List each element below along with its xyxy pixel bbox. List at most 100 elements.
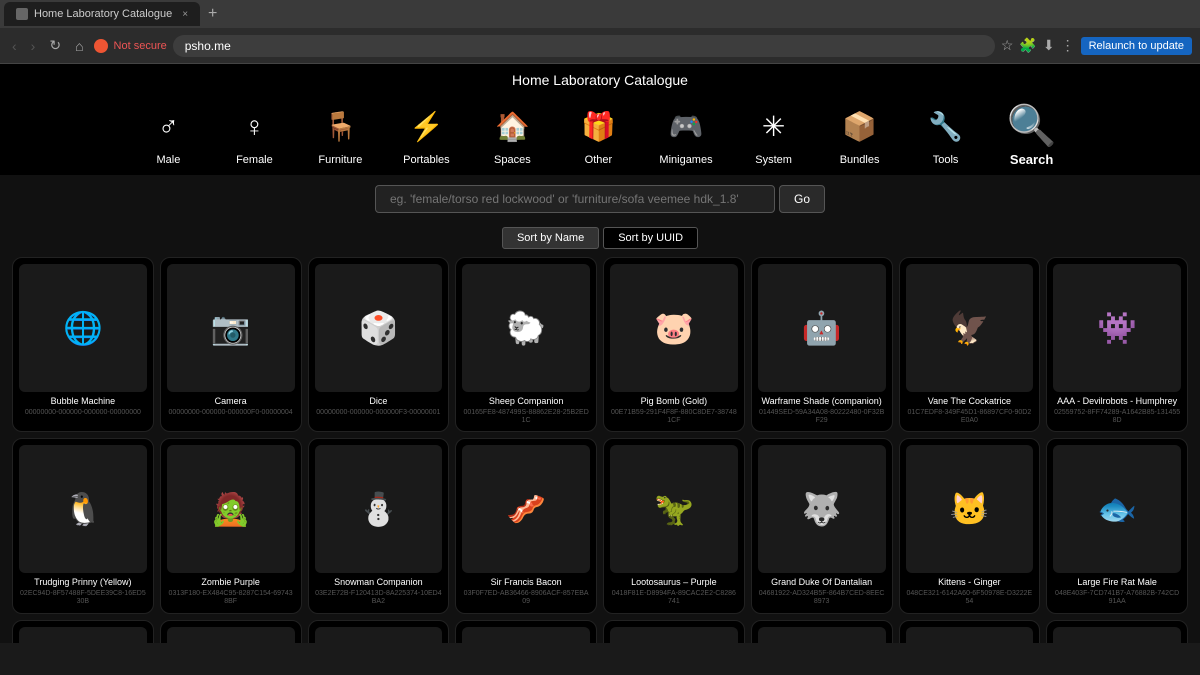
item-uuid: 0418F81E-D8994FA-89CAC2E2-C8286741 bbox=[610, 590, 738, 607]
nav-other[interactable]: 🎁 Other bbox=[555, 98, 641, 170]
item-image: 🧟 bbox=[167, 445, 295, 573]
item-uuid: 0313F180-EX484C95-8287C154-697438BF bbox=[167, 590, 295, 607]
relaunch-button[interactable]: Relaunch to update bbox=[1081, 37, 1192, 55]
female-icon: ♀ bbox=[229, 102, 279, 152]
catalogue-item[interactable]: 🧟 Zombie Purple 0313F180-EX484C95-8287C1… bbox=[160, 438, 302, 613]
catalogue-item[interactable]: 👤 Item 17 05000000-000000-000000-0000000… bbox=[12, 620, 154, 643]
download-icon[interactable]: ⬇ bbox=[1043, 37, 1055, 54]
catalogue-item[interactable]: 🐺 Grand Duke Of Dantalian 04681922-AD324… bbox=[751, 438, 893, 613]
search-input[interactable] bbox=[375, 185, 775, 213]
tab-bar: Home Laboratory Catalogue × + bbox=[0, 0, 1200, 28]
new-tab-button[interactable]: + bbox=[200, 5, 225, 23]
reload-button[interactable]: ↻ bbox=[45, 35, 65, 56]
item-uuid: 02EC94D-8F57488F-5DEE39C8-16ED530B bbox=[19, 590, 147, 607]
nav-system[interactable]: ✳ System bbox=[731, 98, 817, 170]
item-image: 👺 bbox=[167, 627, 295, 643]
catalogue-item[interactable]: 🐟 Large Fire Rat Male 048E403F-7CD741B7-… bbox=[1046, 438, 1188, 613]
other-icon: 🎁 bbox=[573, 102, 623, 152]
item-name: Zombie Purple bbox=[201, 577, 260, 588]
active-tab[interactable]: Home Laboratory Catalogue × bbox=[4, 2, 200, 26]
nav-female-label: Female bbox=[236, 154, 273, 166]
back-button[interactable]: ‹ bbox=[8, 36, 21, 56]
tab-close-button[interactable]: × bbox=[182, 9, 188, 20]
search-bar: Go bbox=[0, 175, 1200, 221]
nav-search-label: Search bbox=[1010, 152, 1053, 167]
catalogue-item[interactable]: 🌐 Bubble Machine 00000000-000000-000000-… bbox=[12, 257, 154, 432]
catalogue-item[interactable]: 🐈 Item 23 05000000-000000-000000-0000000… bbox=[899, 620, 1041, 643]
portables-icon: ⚡ bbox=[401, 102, 451, 152]
home-button[interactable]: ⌂ bbox=[71, 36, 87, 56]
male-icon: ♂ bbox=[143, 102, 193, 152]
item-image: 🐺 bbox=[758, 445, 886, 573]
catalogue-item[interactable]: 👺 Item 18 05000000-000000-000000-0000000… bbox=[160, 620, 302, 643]
item-image: 🎲 bbox=[315, 264, 443, 392]
item-uuid: 03E2E72B-F120413D-8A225374-10ED4BA2 bbox=[315, 590, 443, 607]
catalogue-item[interactable]: 🦅 Vane The Cockatrice 01C7EDF8-349F45D1-… bbox=[899, 257, 1041, 432]
bookmark-icon[interactable]: ☆ bbox=[1001, 37, 1014, 54]
catalogue-item[interactable]: 🐨 Item 24 05000000-000000-000000-0000000… bbox=[1046, 620, 1188, 643]
item-name: Pig Bomb (Gold) bbox=[641, 396, 708, 407]
catalogue-item[interactable]: 🌟 Item 21 05000000-000000-000000-0000000… bbox=[603, 620, 745, 643]
catalogue-item[interactable]: 🎲 Dice 00000000-000000-000000F3-00000001 bbox=[308, 257, 450, 432]
item-image: 🥓 bbox=[462, 445, 590, 573]
item-name: Dice bbox=[369, 396, 387, 407]
item-name: Bubble Machine bbox=[51, 396, 116, 407]
item-uuid: 00E71B59-291F4F8F-880C8DE7-387481CF bbox=[610, 409, 738, 426]
site-header: Home Laboratory Catalogue ♂ Male ♀ Femal… bbox=[0, 64, 1200, 175]
item-image: 👤 bbox=[19, 627, 147, 643]
nav-system-label: System bbox=[755, 154, 792, 166]
nav-furniture-label: Furniture bbox=[318, 154, 362, 166]
nav-male[interactable]: ♂ Male bbox=[125, 98, 211, 170]
catalogue-item[interactable]: 👾 AAA - Devilrobots - Humphrey 02559752-… bbox=[1046, 257, 1188, 432]
catalogue-item[interactable]: 🤖 Warframe Shade (companion) 01449SED-59… bbox=[751, 257, 893, 432]
nav-minigames[interactable]: 🎮 Minigames bbox=[641, 98, 730, 170]
catalogue-item[interactable]: 🐱 Kittens - Ginger 048CE321-6142A60-6F50… bbox=[899, 438, 1041, 613]
menu-icon[interactable]: ⋮ bbox=[1061, 37, 1075, 54]
catalogue-item[interactable]: 🐑 Sheep Companion 00165FE8-487499S-88862… bbox=[455, 257, 597, 432]
nav-portables[interactable]: ⚡ Portables bbox=[383, 98, 469, 170]
item-uuid: 01C7EDF8-349F45D1-86897CF0-90D2E0A0 bbox=[906, 409, 1034, 426]
nav-search[interactable]: 🔍 Search bbox=[989, 96, 1075, 171]
furniture-icon: 🪑 bbox=[315, 102, 365, 152]
forward-button[interactable]: › bbox=[27, 36, 40, 56]
security-dot bbox=[94, 39, 108, 53]
item-image: 🐑 bbox=[462, 264, 590, 392]
site-title: Home Laboratory Catalogue bbox=[0, 72, 1200, 88]
sort-by-name-button[interactable]: Sort by Name bbox=[502, 227, 599, 249]
catalogue-item[interactable]: 🦖 Lootosaurus – Purple 0418F81E-D8994FA-… bbox=[603, 438, 745, 613]
security-label: Not secure bbox=[114, 40, 167, 52]
nav-minigames-label: Minigames bbox=[659, 154, 712, 166]
item-name: Kittens - Ginger bbox=[938, 577, 1001, 588]
go-button[interactable]: Go bbox=[779, 185, 825, 213]
catalogue-item[interactable]: 🐧 Trudging Prinny (Yellow) 02EC94D-8F574… bbox=[12, 438, 154, 613]
item-image: 🦅 bbox=[906, 264, 1034, 392]
address-bar: ‹ › ↻ ⌂ Not secure ☆ 🧩 ⬇ ⋮ Relaunch to u… bbox=[0, 28, 1200, 64]
item-image: 🦖 bbox=[610, 445, 738, 573]
catalogue-item[interactable]: 📷 Camera 00000000-000000-000000F0-000000… bbox=[160, 257, 302, 432]
nav-furniture[interactable]: 🪑 Furniture bbox=[297, 98, 383, 170]
nav-bundles[interactable]: 📦 Bundles bbox=[817, 98, 903, 170]
catalogue-item[interactable]: 🤖 Item 19 05000000-000000-000000-0000000… bbox=[308, 620, 450, 643]
search-nav-icon: 🔍 bbox=[1007, 100, 1057, 150]
item-name: Snowman Companion bbox=[334, 577, 423, 588]
address-input[interactable] bbox=[173, 35, 995, 57]
item-image: 🤖 bbox=[315, 627, 443, 643]
item-uuid: 03F0F7ED-AB36466-8906ACF-857EBA09 bbox=[462, 590, 590, 607]
catalogue-item[interactable]: 🐕 Item 22 05000000-000000-000000-0000000… bbox=[751, 620, 893, 643]
item-uuid: 02559752-8FF74289-A1642B85-1314558D bbox=[1053, 409, 1181, 426]
item-name: Trudging Prinny (Yellow) bbox=[34, 577, 131, 588]
item-image: 🐷 bbox=[610, 264, 738, 392]
catalogue-item[interactable]: 🐷 Pig Bomb (Gold) 00E71B59-291F4F8F-880C… bbox=[603, 257, 745, 432]
nav-female[interactable]: ♀ Female bbox=[211, 98, 297, 170]
nav-spaces[interactable]: 🏠 Spaces bbox=[469, 98, 555, 170]
extensions-icon[interactable]: 🧩 bbox=[1019, 37, 1036, 54]
sort-by-uuid-button[interactable]: Sort by UUID bbox=[603, 227, 698, 249]
nav-tools[interactable]: 🔧 Tools bbox=[903, 98, 989, 170]
catalogue-item[interactable]: 🥓 Sir Francis Bacon 03F0F7ED-AB36466-890… bbox=[455, 438, 597, 613]
tab-title: Home Laboratory Catalogue bbox=[34, 8, 172, 20]
item-image: 🤖 bbox=[758, 264, 886, 392]
catalogue-item[interactable]: ⛄ Snowman Companion 03E2E72B-F120413D-8A… bbox=[308, 438, 450, 613]
bundles-icon: 📦 bbox=[835, 102, 885, 152]
minigames-icon: 🎮 bbox=[661, 102, 711, 152]
catalogue-item[interactable]: 🐈 Item 20 05000000-000000-000000-0000000… bbox=[455, 620, 597, 643]
